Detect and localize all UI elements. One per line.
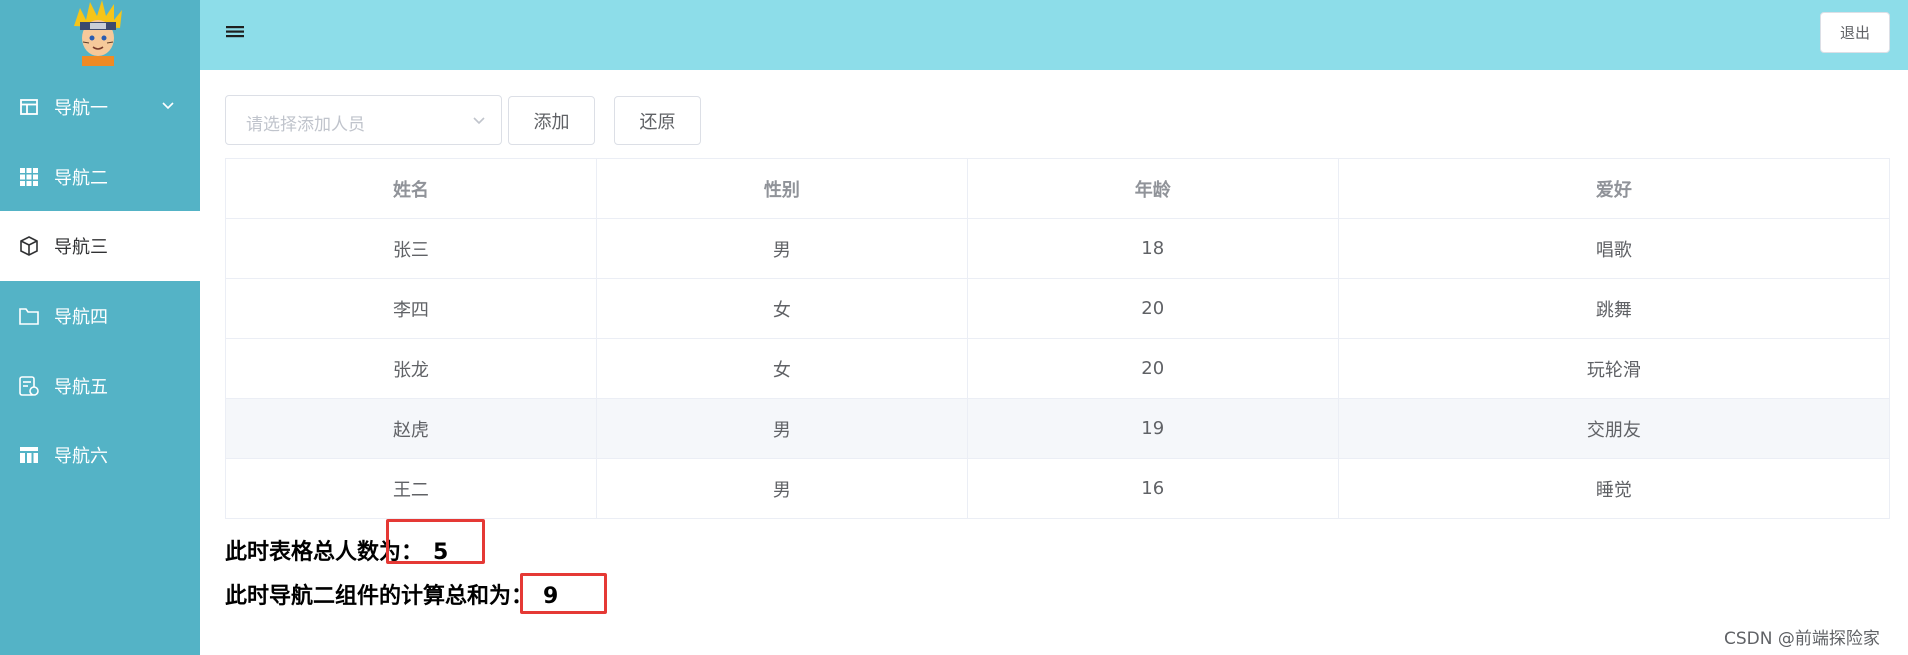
sidebar-item-label: 导航二	[54, 168, 108, 189]
layout-icon	[18, 444, 40, 466]
sidebar-item-label: 导航四	[54, 307, 108, 328]
column-header: 爱好	[1337, 158, 1891, 219]
table-cell: 女	[595, 278, 968, 339]
table-cell: 张三	[225, 218, 597, 279]
sidebar-item-nav1[interactable]: 导航一	[0, 72, 200, 142]
table-cell: 16	[966, 458, 1339, 519]
table-row[interactable]: 李四 女 20 跳舞	[225, 278, 1891, 339]
table-cell: 男	[595, 218, 968, 279]
table-cell: 赵虎	[225, 398, 597, 459]
people-table: 姓名 性别 年龄 爱好 张三 男 18 唱歌 李四 女 20 跳舞 张龙 女 2…	[225, 158, 1891, 519]
table-cell: 张龙	[225, 338, 597, 399]
logout-button[interactable]: 退出	[1820, 12, 1890, 53]
table-cell: 交朋友	[1337, 398, 1891, 459]
table-row[interactable]: 赵虎 男 19 交朋友	[225, 398, 1891, 459]
cube-icon	[18, 235, 40, 257]
chevron-down-icon	[160, 98, 176, 114]
watermark: CSDN @前端探险家	[1724, 629, 1880, 649]
naruto-avatar-icon	[70, 0, 126, 66]
top-header	[200, 0, 1908, 70]
column-header: 姓名	[225, 158, 597, 219]
grid-icon	[18, 166, 40, 188]
sidebar-item-label: 导航三	[54, 237, 108, 258]
table-row[interactable]: 张龙 女 20 玩轮滑	[225, 338, 1891, 399]
table-cell: 玩轮滑	[1337, 338, 1891, 399]
sidebar-item-label: 导航六	[54, 446, 108, 467]
sidebar-item-nav5[interactable]: 导航五	[0, 351, 200, 421]
table-cell: 王二	[225, 458, 597, 519]
sidebar-item-nav6[interactable]: 导航六	[0, 420, 200, 490]
sidebar-item-nav4[interactable]: 导航四	[0, 281, 200, 351]
folder-icon	[18, 305, 40, 327]
table-cell: 19	[966, 398, 1339, 459]
table-cell: 睡觉	[1337, 458, 1891, 519]
table-cell: 20	[966, 338, 1339, 399]
calc-sum-label: 此时导航二组件的计算总和为：	[225, 584, 534, 609]
calc-sum-text: 此时导航二组件的计算总和为： 9	[225, 578, 558, 610]
chevron-down-icon	[471, 113, 487, 129]
column-header: 年龄	[966, 158, 1339, 219]
table-cell: 18	[966, 218, 1339, 279]
add-button[interactable]: 添加	[508, 96, 595, 145]
sidebar-item-nav3[interactable]: 导航三	[0, 211, 200, 281]
add-person-select[interactable]: 请选择添加人员	[225, 95, 502, 145]
sidebar-item-label: 导航一	[54, 98, 108, 119]
table-cell: 20	[966, 278, 1339, 339]
table-icon	[18, 96, 40, 118]
table-row[interactable]: 王二 男 16 睡觉	[225, 458, 1891, 519]
table-cell: 女	[595, 338, 968, 399]
table-row[interactable]: 张三 男 18 唱歌	[225, 218, 1891, 279]
table-cell: 男	[595, 398, 968, 459]
table-cell: 唱歌	[1337, 218, 1891, 279]
table-cell: 男	[595, 458, 968, 519]
calc-icon	[18, 375, 40, 397]
sidebar-item-label: 导航五	[54, 377, 108, 398]
table-header-row: 姓名 性别 年龄 爱好	[225, 158, 1891, 219]
sidebar: 导航一 导航二 导航三 导航四 导航五 导航六	[0, 0, 200, 655]
reset-button[interactable]: 还原	[614, 96, 701, 145]
select-placeholder: 请选择添加人员	[246, 115, 365, 135]
table-cell: 李四	[225, 278, 597, 339]
column-header: 性别	[595, 158, 968, 219]
table-cell: 跳舞	[1337, 278, 1891, 339]
hamburger-icon[interactable]	[224, 22, 246, 44]
highlight-box	[386, 519, 485, 564]
sidebar-item-nav2[interactable]: 导航二	[0, 142, 200, 212]
highlight-box	[520, 573, 607, 614]
